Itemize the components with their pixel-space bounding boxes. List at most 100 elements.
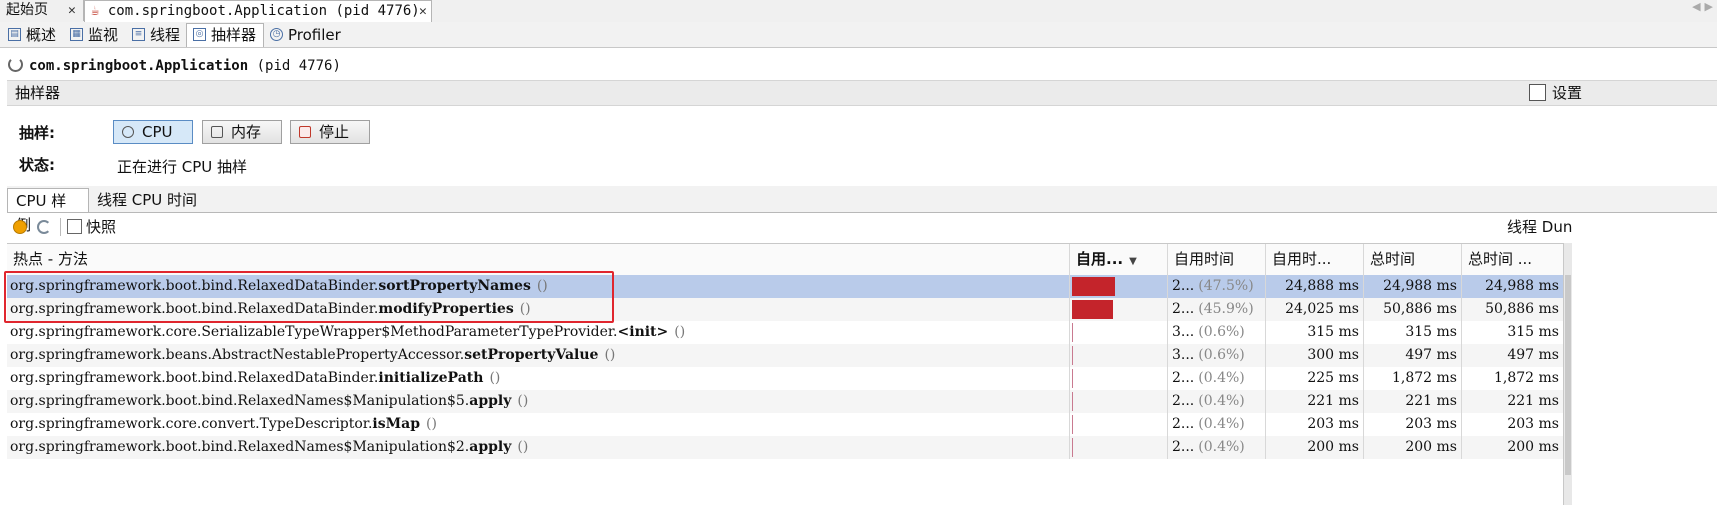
table-row[interactable]: org.springframework.core.SerializableTyp… [7,321,1563,344]
self-time-cell: 2... (45.9%) [1167,298,1265,321]
column-header-self-bar[interactable]: 自用... ▼ [1069,244,1167,275]
self-time-percent: (0.6%) [1198,324,1245,340]
tab-cpu-samples[interactable]: CPU 样例 [7,188,89,234]
thread-dump-button[interactable]: 线程 Dun [1507,214,1572,240]
results-toolbar: 快照 线程 Dun [7,214,1717,240]
table-row[interactable]: org.springframework.boot.bind.RelaxedDat… [7,298,1563,321]
section-title: 抽样器 [15,84,61,102]
method-name: modifyProperties [378,301,514,317]
self-time-percent: (0.6%) [1198,347,1245,363]
table-header: 热点 - 方法 自用... ▼ 自用时间 自用时... 总时间 总时间 ... [7,244,1563,276]
tab-scroll-arrows[interactable]: ◀▶ [1692,0,1717,13]
method-params: () [604,347,616,363]
tab-profiler[interactable]: ◷ Profiler [264,24,356,46]
memory-sample-button[interactable]: 内存 [202,120,282,144]
total-time-cpu-cell: 315 ms [1461,321,1563,344]
status-label: 状态: [19,156,55,174]
loading-spinner-icon [8,57,23,72]
self-time-bar-cell [1069,413,1166,436]
method-params: () [489,370,501,386]
method-cell: org.springframework.boot.bind.RelaxedDat… [7,298,1069,321]
vertical-scrollbar[interactable] [1563,243,1572,505]
self-time-cell: 2... (0.4%) [1167,367,1265,390]
tab-threads[interactable]: ≡ 线程 [126,24,186,46]
column-header-method[interactable]: 热点 - 方法 [7,244,1069,275]
table-row[interactable]: org.springframework.beans.AbstractNestab… [7,344,1563,367]
app-name: com.springboot.Application [29,58,249,74]
self-time-percent: (0.4%) [1198,439,1245,455]
table-row[interactable]: org.springframework.boot.bind.RelaxedNam… [7,436,1563,459]
tab-start-page[interactable]: 起始页 ✕ [0,0,84,21]
total-time-cell: 200 ms [1363,436,1461,459]
table-row[interactable]: org.springframework.boot.bind.RelaxedNam… [7,390,1563,413]
view-tab-bar: ▤ 概述 ▦ 监视 ≡ 线程 ◎ 抽样器 ◷ Profiler [0,22,1717,48]
pause-icon[interactable] [13,220,27,234]
settings-toggle[interactable]: 设置 [1529,83,1582,103]
close-icon[interactable]: ✕ [419,1,427,22]
method-params: () [425,416,437,432]
method-params: () [517,393,529,409]
method-cell: org.springframework.boot.bind.RelaxedDat… [7,367,1069,390]
method-class: org.springframework.boot.bind.RelaxedDat… [10,278,379,294]
button-label: 停止 [319,123,350,141]
tab-overview[interactable]: ▤ 概述 [2,24,64,46]
tab-thread-cpu-time[interactable]: 线程 CPU 时间 [89,188,205,212]
stop-icon [299,126,311,138]
self-time-bar [1072,392,1073,411]
self-time-cell: 2... (47.5%) [1167,275,1265,298]
self-time-cell: 3... (0.6%) [1167,321,1265,344]
clock-icon [122,126,134,138]
tab-sampler[interactable]: ◎ 抽样器 [186,23,264,47]
method-name: sortPropertyNames [378,278,531,294]
self-time-percent: (0.4%) [1198,416,1245,432]
tab-label: 概述 [26,26,57,44]
column-header-total-time[interactable]: 总时间 [1363,244,1461,275]
method-cell: org.springframework.beans.AbstractNestab… [7,344,1069,367]
self-time-bar [1072,277,1115,296]
table-row[interactable]: org.springframework.boot.bind.RelaxedDat… [7,275,1563,298]
method-cell: org.springframework.core.SerializableTyp… [7,321,1069,344]
self-time-bar [1072,369,1073,388]
self-time-bar-cell [1069,390,1166,413]
column-label: 总时间 ... [1468,250,1533,268]
total-time-cpu-cell: 200 ms [1461,436,1563,459]
self-time-value: 3... [1172,324,1195,340]
self-time-bar-cell [1069,436,1166,459]
method-class: org.springframework.core.SerializableTyp… [10,324,618,340]
total-time-cpu-cell: 24,988 ms [1461,275,1563,298]
tab-label: 监视 [88,26,119,44]
document-tab-bar: 起始页 ✕ ☕ com.springboot.Application (pid … [0,0,1717,23]
self-time-value: 2... [1172,416,1195,432]
total-time-cpu-cell: 221 ms [1461,390,1563,413]
refresh-icon[interactable] [37,220,51,234]
settings-checkbox[interactable] [1529,84,1546,101]
self-time-bar [1072,300,1113,319]
self-time-percent: (45.9%) [1198,301,1254,317]
scrollbar-thumb[interactable] [1565,275,1571,475]
overview-icon: ▤ [8,28,21,41]
sort-descending-icon: ▼ [1129,256,1137,267]
stop-button[interactable]: 停止 [290,120,370,144]
self-time-percent: (0.4%) [1198,370,1245,386]
table-row[interactable]: org.springframework.boot.bind.RelaxedDat… [7,367,1563,390]
tab-monitor[interactable]: ▦ 监视 [64,24,126,46]
column-label: 总时间 [1370,250,1416,268]
method-cell: org.springframework.core.convert.TypeDes… [7,413,1069,436]
self-time-bar-cell [1069,367,1166,390]
table-row[interactable]: org.springframework.core.convert.TypeDes… [7,413,1563,436]
sampler-icon: ◎ [193,28,206,41]
method-name: apply [469,439,512,455]
column-header-total-time-cpu[interactable]: 总时间 ... [1461,244,1563,275]
hot-methods-table: 热点 - 方法 自用... ▼ 自用时间 自用时... 总时间 总时间 ... o… [7,243,1563,506]
column-header-self-time-cpu[interactable]: 自用时... [1265,244,1363,275]
snapshot-button[interactable]: 快照 [67,214,116,240]
method-name: isMap [372,416,420,432]
tab-label: com.springboot.Application (pid 4776) [107,3,420,19]
column-label: 自用... [1076,250,1124,268]
cpu-sample-button[interactable]: CPU [113,120,193,144]
method-class: org.springframework.boot.bind.RelaxedNam… [10,393,470,409]
self-time-cell: 3... (0.6%) [1167,344,1265,367]
column-header-self-time[interactable]: 自用时间 [1167,244,1265,275]
tab-application[interactable]: ☕ com.springboot.Application (pid 4776) … [84,0,432,22]
close-icon[interactable]: ✕ [68,0,76,21]
